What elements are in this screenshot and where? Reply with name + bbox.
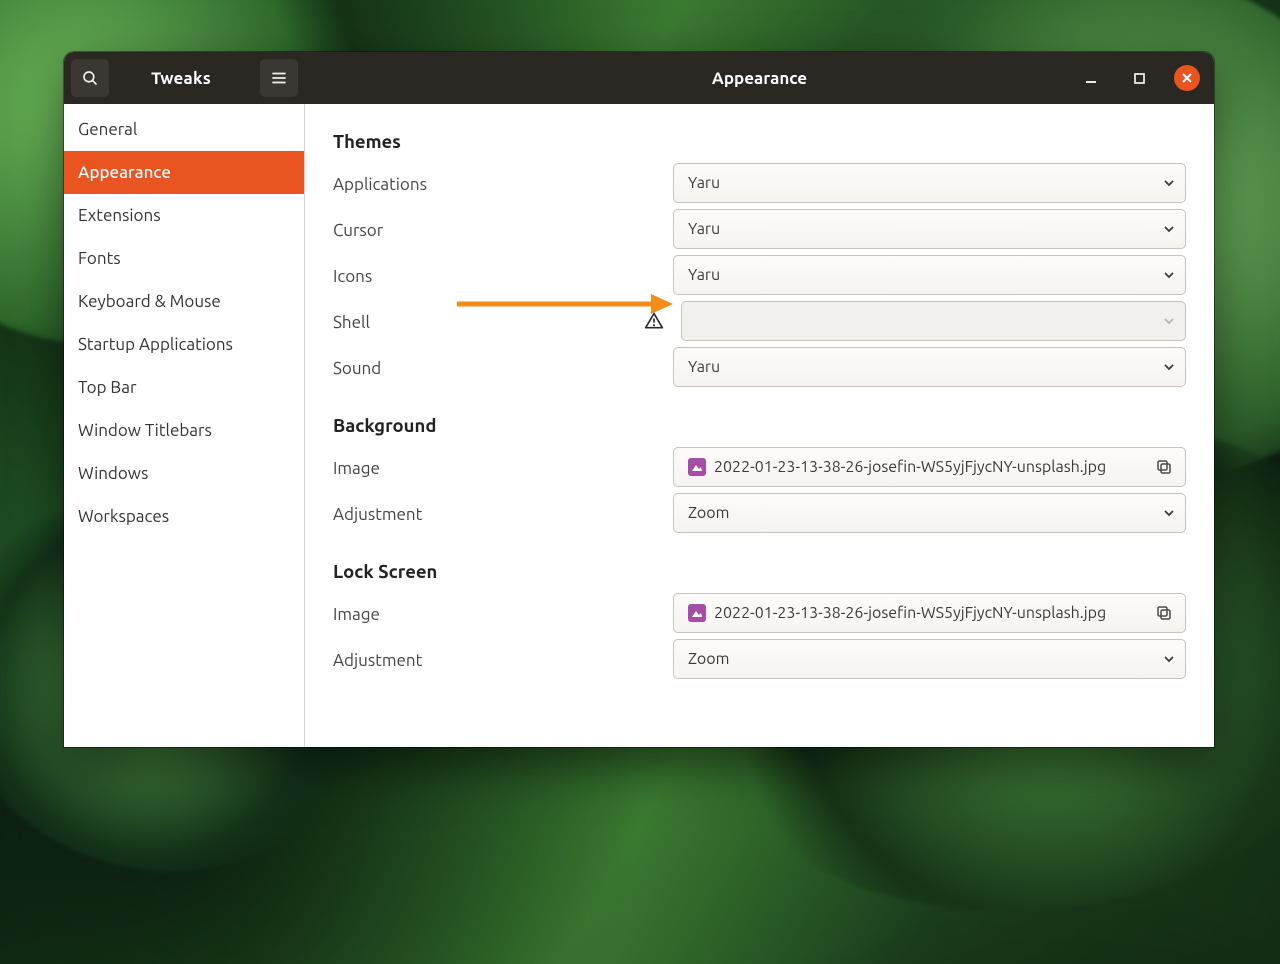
row-sound: Sound Yaru <box>333 344 1186 390</box>
combo-cursor[interactable]: Yaru <box>673 209 1186 249</box>
label-sound: Sound <box>333 357 673 378</box>
combo-bg-adjustment-value: Zoom <box>688 504 729 522</box>
sidebar-item-top-bar[interactable]: Top Bar <box>64 366 304 409</box>
combo-applications[interactable]: Yaru <box>673 163 1186 203</box>
combo-icons-value: Yaru <box>688 266 720 284</box>
headerbar-right: Appearance <box>305 52 1214 104</box>
chevron-down-icon <box>1163 315 1175 327</box>
file-name-bg-image: 2022-01-23-13-38-26-josefin-WS5yjFjycNY-… <box>714 458 1106 476</box>
label-bg-image: Image <box>333 457 673 478</box>
row-ls-image: Image 2022-01-23-13-38-26-josefin-WS5yjF… <box>333 590 1186 636</box>
combo-bg-adjustment[interactable]: Zoom <box>673 493 1186 533</box>
row-cursor: Cursor Yaru <box>333 206 1186 252</box>
combo-shell <box>681 301 1186 341</box>
label-ls-adjustment: Adjustment <box>333 649 673 670</box>
label-shell: Shell <box>333 311 673 332</box>
label-icons: Icons <box>333 265 673 286</box>
sidebar-item-keyboard-mouse[interactable]: Keyboard & Mouse <box>64 280 304 323</box>
tweaks-window: Tweaks Appearance General Appea <box>64 52 1214 747</box>
sidebar-item-fonts[interactable]: Fonts <box>64 237 304 280</box>
section-heading-background: Background <box>333 416 1186 436</box>
sidebar-item-general[interactable]: General <box>64 108 304 151</box>
close-button[interactable] <box>1174 65 1200 91</box>
warning-icon <box>643 311 665 331</box>
chevron-down-icon <box>1163 269 1175 281</box>
sidebar-item-extensions[interactable]: Extensions <box>64 194 304 237</box>
label-applications: Applications <box>333 173 673 194</box>
minimize-icon <box>1084 71 1098 85</box>
row-bg-image: Image 2022-01-23-13-38-26-josefin-WS5yjF… <box>333 444 1186 490</box>
sidebar: General Appearance Extensions Fonts Keyb… <box>64 104 305 747</box>
combo-sound-value: Yaru <box>688 358 720 376</box>
open-file-button[interactable] <box>1153 602 1175 624</box>
file-chooser-bg-image[interactable]: 2022-01-23-13-38-26-josefin-WS5yjFjycNY-… <box>673 447 1186 487</box>
combo-ls-adjustment-value: Zoom <box>688 650 729 668</box>
open-file-button[interactable] <box>1153 456 1175 478</box>
combo-cursor-value: Yaru <box>688 220 720 238</box>
label-bg-adjustment: Adjustment <box>333 503 673 524</box>
sidebar-item-appearance[interactable]: Appearance <box>64 151 304 194</box>
combo-sound[interactable]: Yaru <box>673 347 1186 387</box>
close-icon <box>1181 72 1193 84</box>
maximize-icon <box>1133 72 1146 85</box>
maximize-button[interactable] <box>1126 65 1152 91</box>
chevron-down-icon <box>1163 223 1175 235</box>
minimize-button[interactable] <box>1078 65 1104 91</box>
sidebar-item-startup-applications[interactable]: Startup Applications <box>64 323 304 366</box>
window-controls <box>1078 65 1214 91</box>
row-icons: Icons Yaru <box>333 252 1186 298</box>
sidebar-item-window-titlebars[interactable]: Window Titlebars <box>64 409 304 452</box>
label-cursor: Cursor <box>333 219 673 240</box>
section-heading-lockscreen: Lock Screen <box>333 562 1186 582</box>
hamburger-menu-button[interactable] <box>260 59 298 97</box>
hamburger-icon <box>270 69 288 87</box>
headerbar-left: Tweaks <box>64 52 305 104</box>
search-button[interactable] <box>71 59 109 97</box>
chevron-down-icon <box>1163 507 1175 519</box>
combo-icons[interactable]: Yaru <box>673 255 1186 295</box>
search-icon <box>81 69 99 87</box>
chevron-down-icon <box>1163 177 1175 189</box>
row-bg-adjustment: Adjustment Zoom <box>333 490 1186 536</box>
image-file-icon <box>688 458 706 476</box>
combo-applications-value: Yaru <box>688 174 720 192</box>
image-file-icon <box>688 604 706 622</box>
sidebar-item-workspaces[interactable]: Workspaces <box>64 495 304 538</box>
label-ls-image: Image <box>333 603 673 624</box>
chevron-down-icon <box>1163 653 1175 665</box>
file-name-ls-image: 2022-01-23-13-38-26-josefin-WS5yjFjycNY-… <box>714 604 1106 622</box>
section-heading-themes: Themes <box>333 132 1186 152</box>
sidebar-item-windows[interactable]: Windows <box>64 452 304 495</box>
headerbar: Tweaks Appearance <box>64 52 1214 104</box>
copy-icon <box>1155 604 1173 622</box>
app-title: Tweaks <box>109 69 253 88</box>
row-applications: Applications Yaru <box>333 160 1186 206</box>
combo-ls-adjustment[interactable]: Zoom <box>673 639 1186 679</box>
chevron-down-icon <box>1163 361 1175 373</box>
content-panel: Themes Applications Yaru Cursor Yaru <box>305 104 1214 747</box>
file-chooser-ls-image[interactable]: 2022-01-23-13-38-26-josefin-WS5yjFjycNY-… <box>673 593 1186 633</box>
row-shell: Shell <box>333 298 1186 344</box>
row-ls-adjustment: Adjustment Zoom <box>333 636 1186 682</box>
copy-icon <box>1155 458 1173 476</box>
